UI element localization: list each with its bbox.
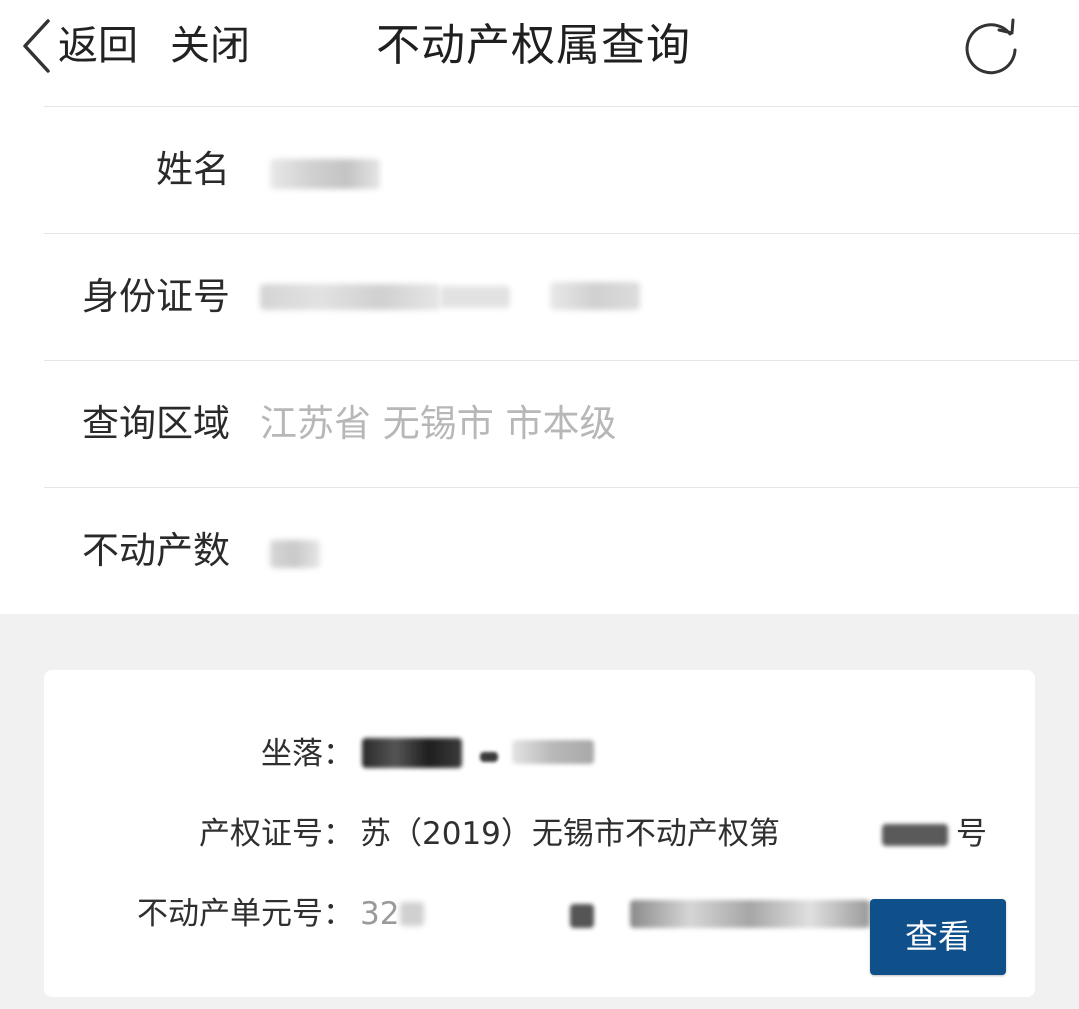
redacted-location-3 <box>512 740 594 764</box>
chevron-left-icon <box>23 19 50 73</box>
certificate-suffix: 号 <box>956 816 987 852</box>
property-record-card: 坐落： 产权证号： 苏（2019）无锡市不动产权第 号 不动产单元号： 32 查… <box>44 670 1035 997</box>
redacted-name <box>270 159 380 189</box>
query-region-value[interactable]: 江苏省 无锡市 市本级 <box>260 361 617 487</box>
query-region-label: 查询区域 <box>82 402 230 445</box>
redacted-location-2 <box>480 752 498 762</box>
redacted-count <box>270 540 320 568</box>
location-row: 坐落： <box>44 728 1035 780</box>
redacted-unit-2 <box>570 904 594 928</box>
redacted-unit-1 <box>400 902 424 926</box>
redacted-unit-3 <box>630 900 870 928</box>
close-button[interactable]: 关闭 <box>170 14 250 78</box>
row-property-count: 不动产数 <box>44 487 1079 614</box>
unit-number-label: 不动产单元号： <box>137 896 354 932</box>
certificate-prefix: 苏（2019）无锡市不动产权第 <box>360 816 780 852</box>
redacted-id-part-3 <box>550 282 640 310</box>
name-label: 姓名 <box>156 148 230 191</box>
certificate-row: 产权证号： 苏（2019）无锡市不动产权第 号 <box>44 808 1035 860</box>
redacted-id-part-2 <box>440 286 510 308</box>
redacted-certificate <box>882 824 948 846</box>
back-button[interactable]: 返回 <box>20 14 138 78</box>
redacted-location-1 <box>362 738 462 768</box>
refresh-icon[interactable] <box>962 16 1022 76</box>
redacted-id-part-1 <box>260 284 440 310</box>
row-query-region[interactable]: 查询区域 江苏省 无锡市 市本级 <box>44 360 1079 487</box>
unit-number-prefix: 32 <box>360 896 400 932</box>
id-number-label: 身份证号 <box>82 275 230 318</box>
back-label: 返回 <box>58 23 138 69</box>
row-name: 姓名 <box>44 106 1079 233</box>
query-form: 姓名 身份证号 查询区域 江苏省 无锡市 市本级 不动产数 <box>0 106 1079 614</box>
row-id-number: 身份证号 <box>44 233 1079 360</box>
app-header: 返回 关闭 不动产权属查询 <box>0 0 1079 98</box>
property-count-label: 不动产数 <box>82 529 230 572</box>
location-label: 坐落： <box>261 736 354 772</box>
page-title: 不动产权属查询 <box>376 20 691 71</box>
certificate-label: 产权证号： <box>199 816 354 852</box>
view-button[interactable]: 查看 <box>870 899 1006 975</box>
